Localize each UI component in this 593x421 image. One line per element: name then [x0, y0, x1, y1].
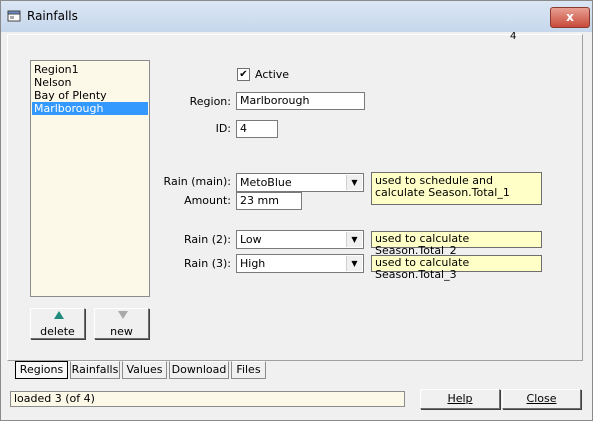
chevron-down-icon[interactable]: ▼	[346, 175, 362, 190]
rain2-note: used to calculate Season.Total_2	[371, 231, 542, 257]
rain3-note: used to calculate Season.Total_3	[371, 255, 542, 281]
region-label: Region:	[189, 95, 231, 108]
rain2-value: Low	[240, 233, 262, 246]
amount-label: Amount:	[184, 194, 231, 207]
delete-button-label: delete	[40, 325, 75, 338]
region-list[interactable]: Region1 Nelson Bay of Plenty Marlborough	[30, 60, 150, 297]
id-label: ID:	[215, 122, 231, 135]
close-button-label: Close	[526, 392, 557, 405]
chevron-down-icon[interactable]: ▼	[346, 232, 362, 247]
list-item-selected[interactable]: Marlborough	[32, 102, 148, 115]
rain2-label: Rain (2):	[184, 233, 231, 246]
rain-main-value: MetoBlue	[240, 176, 292, 189]
tab-files[interactable]: Files	[231, 361, 266, 379]
app-icon	[7, 10, 21, 22]
close-button[interactable]: Close	[502, 389, 581, 409]
tab-download[interactable]: Download	[169, 361, 229, 379]
active-label: Active	[255, 68, 290, 81]
rainfalls-window: Rainfalls x 4 Region1 Nelson Bay of Plen…	[0, 0, 593, 421]
delete-button[interactable]: delete	[30, 308, 85, 339]
status-bar: loaded 3 (of 4)	[10, 391, 405, 407]
new-button-label: new	[110, 325, 133, 338]
tab-rainfalls[interactable]: Rainfalls	[70, 361, 120, 379]
corner-mark: 4	[510, 31, 517, 42]
rain-main-note: used to schedule and calculate Season.To…	[371, 172, 542, 205]
rain3-label: Rain (3):	[184, 257, 231, 270]
new-button[interactable]: new	[94, 308, 149, 339]
help-button[interactable]: Help	[420, 389, 500, 409]
tab-regions[interactable]: Regions	[15, 361, 68, 379]
rain-main-select[interactable]: MetoBlue ▼	[236, 173, 364, 192]
chevron-down-icon[interactable]: ▼	[346, 256, 362, 271]
active-checkbox[interactable]: ✔	[237, 68, 250, 81]
close-window-button[interactable]: x	[550, 7, 590, 28]
rain3-value: High	[240, 257, 266, 270]
up-arrow-icon	[54, 311, 64, 319]
list-item[interactable]: Region1	[32, 63, 148, 76]
rain2-select[interactable]: Low ▼	[236, 230, 364, 249]
rain-main-label: Rain (main):	[163, 175, 231, 188]
list-item[interactable]: Bay of Plenty	[32, 89, 148, 102]
list-item[interactable]: Nelson	[32, 76, 148, 89]
title-bar[interactable]: Rainfalls x	[1, 1, 592, 32]
close-icon: x	[566, 10, 574, 24]
amount-field[interactable]: 23 mm	[236, 192, 302, 210]
help-button-label: Help	[447, 392, 473, 405]
rain3-select[interactable]: High ▼	[236, 254, 364, 273]
region-field[interactable]: Marlborough	[236, 92, 365, 110]
id-field[interactable]: 4	[236, 120, 278, 138]
tab-values[interactable]: Values	[122, 361, 167, 379]
down-arrow-icon	[118, 311, 128, 319]
window-title: Rainfalls	[27, 9, 78, 23]
